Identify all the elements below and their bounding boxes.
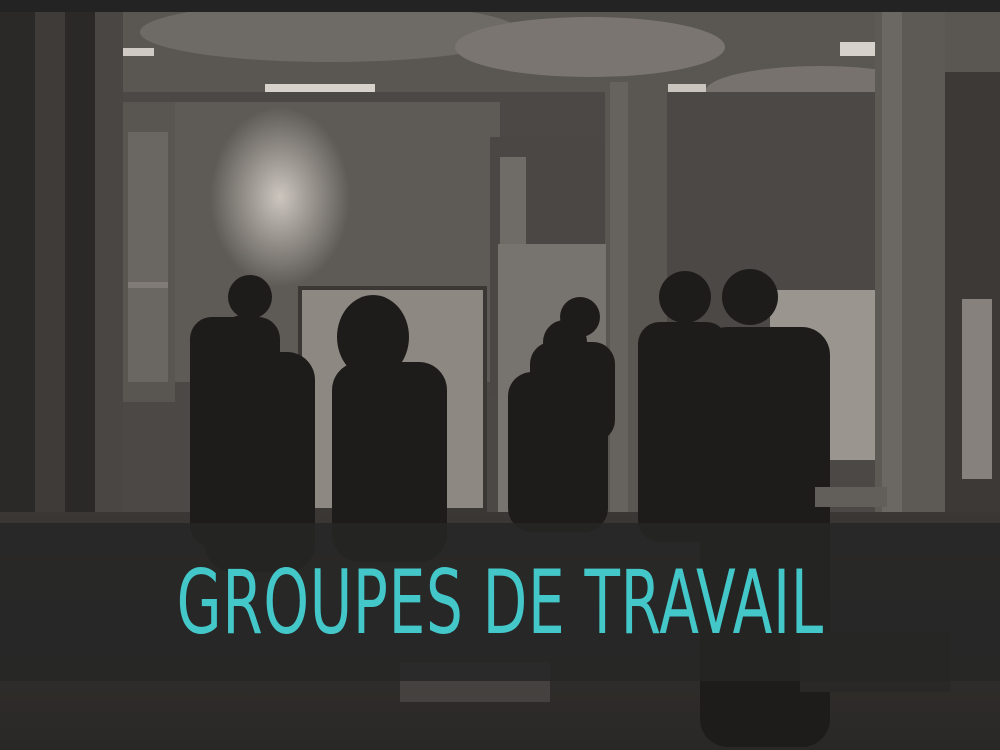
top-bar (0, 0, 1000, 12)
banner-title: GROUPES DE TRAVAIL (176, 550, 824, 654)
photo-slide: GROUPES DE TRAVAIL (0, 0, 1000, 750)
title-banner: GROUPES DE TRAVAIL (0, 523, 1000, 681)
wall-light-glow (210, 107, 350, 287)
